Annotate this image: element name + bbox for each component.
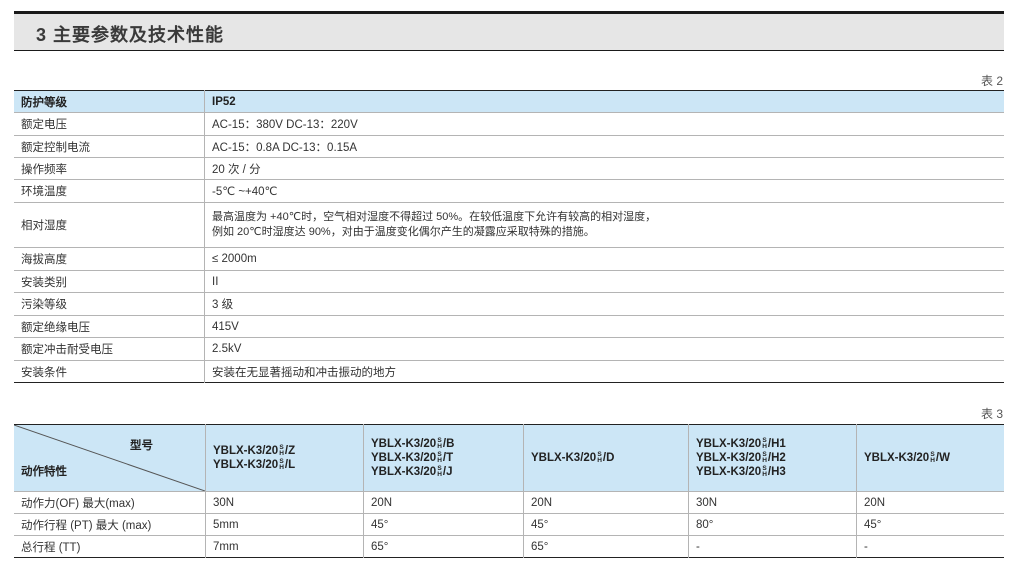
table-row: 额定冲击耐受电压 2.5kV bbox=[14, 337, 1004, 361]
table-row: 安装条件 安装在无显著摇动和冲击振动的地方 bbox=[14, 360, 1004, 383]
value-cell: 45° bbox=[856, 513, 1004, 536]
model-cell: YBLX-K3/20 S H/B YBLX-K3/20 S H/T YBLX-K3/20… bbox=[363, 424, 524, 492]
param-cell: 操作频率 bbox=[14, 157, 205, 180]
param-cell: 额定绝缘电压 bbox=[14, 315, 205, 338]
table-row: 安装类别 II bbox=[14, 270, 1004, 293]
frac-sh: SH bbox=[930, 450, 935, 464]
frac-sh: SH bbox=[437, 450, 442, 464]
value-cell: 65° bbox=[523, 535, 689, 558]
frac-sh: SH bbox=[597, 450, 602, 464]
param-cell: 安装条件 bbox=[21, 366, 67, 379]
model-cell: YBLX-K3/20 S H/D bbox=[523, 424, 689, 492]
param-cell: 额定电压 bbox=[14, 112, 205, 136]
value-cell: - bbox=[688, 535, 857, 558]
table-row: 动作力(OF) 最大(max) 30N 20N 20N 30N 20N bbox=[14, 491, 1004, 514]
value-cell: 最高温度为 +40℃时，空气相对湿度不得超过 50%。在较低温度下允许有较高的相… bbox=[204, 202, 1004, 248]
row-label: 动作力(OF) 最大(max) bbox=[14, 491, 206, 514]
value-cell: 20N bbox=[856, 491, 1004, 514]
table-header-row: 型号 动作特性 YBLX-K3/20 S H/Z YBLX-K3/20 S H/L YB… bbox=[14, 424, 1004, 492]
section-title: 3 主要参数及技术性能 bbox=[36, 25, 225, 45]
param-cell: 额定冲击耐受电压 bbox=[14, 337, 205, 361]
value-cell: AC-15：380V DC-13：220V bbox=[204, 112, 1004, 136]
value-cell: II bbox=[204, 270, 1004, 293]
header-model-label: 型号 bbox=[130, 440, 153, 452]
value-cell: 30N bbox=[688, 491, 857, 514]
model-line: YBLX-K3/20 S H/B bbox=[371, 436, 455, 450]
param-cell: 环境温度 bbox=[14, 179, 205, 203]
table-row: 额定控制电流 AC-15：0.8A DC-13：0.15A bbox=[14, 135, 1004, 158]
value-cell: 20N bbox=[363, 491, 524, 514]
model-cell: YBLX-K3/20 S H/H1 YBLX-K3/20 S H/H2 YBLX-K3/… bbox=[688, 424, 857, 492]
value-cell: 45° bbox=[363, 513, 524, 536]
value-cell: IP52 bbox=[204, 90, 1004, 113]
value-cell: - bbox=[856, 535, 1004, 558]
model-line: YBLX-K3/20 S H/H1 bbox=[696, 436, 786, 450]
model-line: YBLX-K3/20 S H/J bbox=[371, 464, 453, 478]
table-row: 防护等级 IP52 bbox=[14, 90, 1004, 113]
value-cell: 20N bbox=[523, 491, 689, 514]
model-line: YBLX-K3/20 S H/D bbox=[531, 450, 615, 464]
header-characteristic-label: 动作特性 bbox=[21, 466, 67, 478]
table2-caption: 表 2 bbox=[981, 74, 1004, 88]
diagonal-line bbox=[14, 425, 205, 491]
value-line-2: 例如 20℃时湿度达 90%，对由于温度变化偶尔产生的凝露应采取特殊的措施。 bbox=[212, 226, 595, 238]
value-cell: 45° bbox=[523, 513, 689, 536]
model-line: YBLX-K3/20 S H/H3 bbox=[696, 464, 786, 478]
value-cell: 30N bbox=[205, 491, 364, 514]
table-row: 环境温度 -5℃ ~+40℃ bbox=[14, 179, 1004, 203]
model-line: YBLX-K3/20 S H/Z bbox=[213, 443, 296, 457]
model-cell: YBLX-K3/20 S H/Z YBLX-K3/20 S H/L bbox=[205, 424, 364, 492]
value-cell: 80° bbox=[688, 513, 857, 536]
value-cell: 5mm bbox=[205, 513, 364, 536]
model-line: YBLX-K3/20 S H/H2 bbox=[696, 450, 786, 464]
table-row: 海拔高度 ≤ 2000m bbox=[14, 247, 1004, 271]
param-cell: 污染等级 bbox=[14, 292, 205, 316]
model-line: YBLX-K3/20 S H/T bbox=[371, 450, 454, 464]
value-cell: AC-15：0.8A DC-13：0.15A bbox=[204, 135, 1004, 158]
row-label: 动作行程 (PT) 最大 (max) bbox=[14, 513, 206, 536]
value-line-1: 最高温度为 +40℃时，空气相对湿度不得超过 50%。在较低温度下允许有较高的相… bbox=[212, 211, 657, 223]
value-cell: 65° bbox=[363, 535, 524, 558]
value-cell: 7mm bbox=[205, 535, 364, 558]
diagonal-header-cell: 型号 动作特性 bbox=[14, 424, 206, 492]
table-row: 相对湿度 最高温度为 +40℃时，空气相对湿度不得超过 50%。在较低温度下允许… bbox=[14, 202, 1004, 248]
table-row: 污染等级 3 级 bbox=[14, 292, 1004, 316]
parameters-table: 防护等级 IP52 额定电压 AC-15：380V DC-13：220V 额定控… bbox=[14, 90, 1004, 383]
param-cell: 安装类别 bbox=[14, 270, 205, 293]
frac-sh: SH bbox=[762, 464, 767, 478]
value-cell: 2.5kV bbox=[204, 337, 1004, 361]
table-row: 额定绝缘电压 415V bbox=[14, 315, 1004, 338]
model-cell: YBLX-K3/20 S H/W bbox=[856, 424, 1004, 492]
frac-sh: SH bbox=[437, 436, 442, 450]
characteristics-table: 型号 动作特性 YBLX-K3/20 S H/Z YBLX-K3/20 S H/L YB… bbox=[14, 424, 1004, 558]
table3-caption: 表 3 bbox=[981, 407, 1004, 421]
table-row: 动作行程 (PT) 最大 (max) 5mm 45° 45° 80° 45° bbox=[14, 513, 1004, 536]
value-cell: 3 级 bbox=[204, 292, 1004, 316]
table-row: 操作频率 20 次 / 分 bbox=[14, 157, 1004, 180]
frac-sh: SH bbox=[762, 436, 767, 450]
value-cell: 415V bbox=[204, 315, 1004, 338]
frac-sh: SH bbox=[437, 464, 442, 478]
row-label: 总行程 (TT) bbox=[21, 541, 81, 554]
param-cell: 相对湿度 bbox=[14, 202, 205, 248]
frac-sh: SH bbox=[279, 457, 284, 471]
value-cell: 20 次 / 分 bbox=[204, 157, 1004, 180]
param-cell: 额定控制电流 bbox=[14, 135, 205, 158]
value-cell: -5℃ ~+40℃ bbox=[204, 179, 1004, 203]
param-cell: 海拔高度 bbox=[14, 247, 205, 271]
table-row: 总行程 (TT) 7mm 65° 65° - - bbox=[14, 535, 1004, 558]
frac-sh: SH bbox=[279, 443, 284, 457]
param-cell: 防护等级 bbox=[14, 90, 205, 113]
model-line: YBLX-K3/20 S H/L bbox=[213, 457, 296, 471]
table-row: 额定电压 AC-15：380V DC-13：220V bbox=[14, 112, 1004, 136]
frac-sh: SH bbox=[762, 450, 767, 464]
value-cell: ≤ 2000m bbox=[204, 247, 1004, 271]
model-line: YBLX-K3/20 S H/W bbox=[864, 450, 950, 464]
section-header: 3 主要参数及技术性能 bbox=[14, 11, 1004, 51]
value-cell: 安装在无显著摇动和冲击振动的地方 bbox=[204, 360, 1004, 383]
